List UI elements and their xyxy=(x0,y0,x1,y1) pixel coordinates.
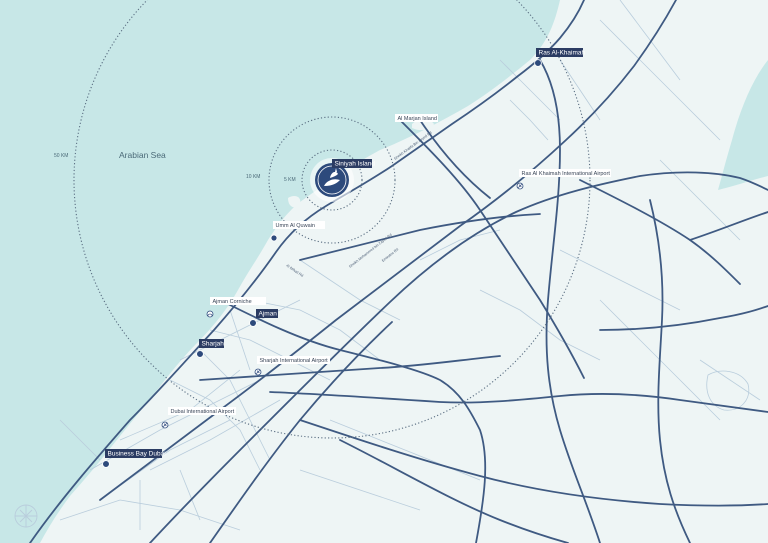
sea-label: Arabian Sea xyxy=(119,150,166,160)
map[interactable]: 50 KM 10 KM 5 KM Arabian Sea Sheikh Moha… xyxy=(0,0,768,543)
city-label: Ras Al-Khaimah xyxy=(539,50,586,57)
palm-island-icon xyxy=(14,504,38,528)
city-pin-icon xyxy=(270,234,278,242)
city-label: Business Bay Dubai xyxy=(108,451,166,458)
label-10km: 10 KM xyxy=(246,174,260,180)
city-pin-icon xyxy=(196,350,204,358)
place-label: Al Marjan Island xyxy=(398,116,437,122)
place-label: Umm Al Quwain xyxy=(276,223,315,229)
label-50km: 50 KM xyxy=(54,153,68,159)
city-pin-icon xyxy=(534,59,542,67)
place-label: Ajman Corniche xyxy=(213,299,252,305)
city-label: Sharjah xyxy=(202,341,225,348)
place-al-marjan-island[interactable]: Al Marjan Island xyxy=(395,114,438,122)
place-label: Sharjah International Airport xyxy=(260,358,329,364)
place-label: Ras Al Khaimah International Airport xyxy=(522,171,611,177)
city-label: Ajman xyxy=(259,311,278,318)
map-canvas[interactable]: 50 KM 10 KM 5 KM Arabian Sea Sheikh Moha… xyxy=(0,0,768,543)
city-pin-icon xyxy=(249,319,257,327)
city-pin-icon xyxy=(102,460,110,468)
featured-label: Siniyah Island xyxy=(335,161,376,168)
place-label: Dubai International Airport xyxy=(171,409,235,415)
label-5km: 5 KM xyxy=(284,177,296,183)
